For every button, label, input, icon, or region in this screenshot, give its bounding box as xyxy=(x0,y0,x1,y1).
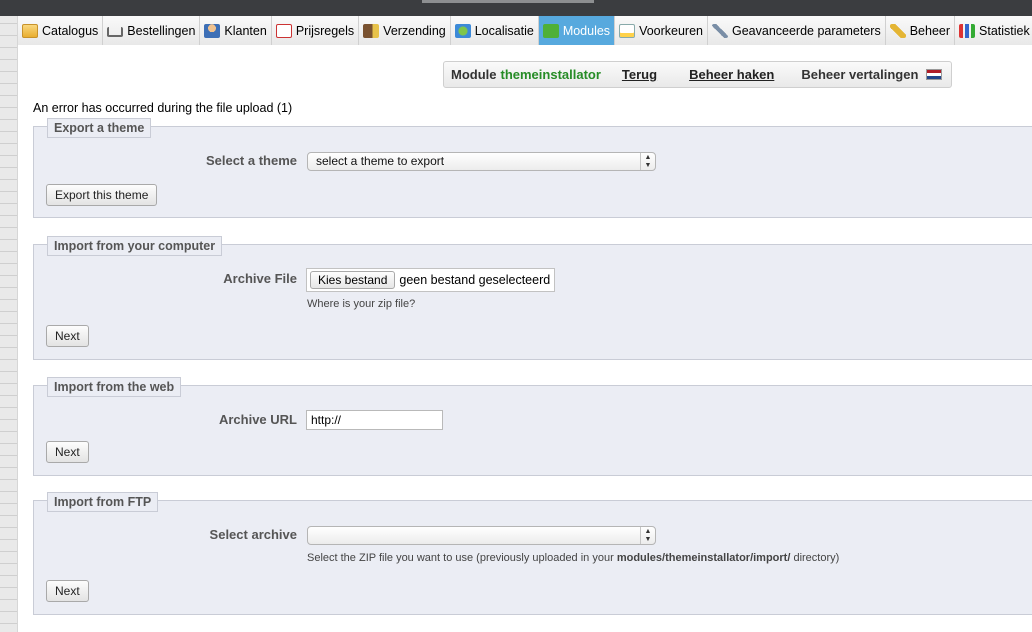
tab-klanten[interactable]: Klanten xyxy=(200,16,272,45)
select-archive-label: Select archive xyxy=(209,527,297,542)
module-name: themeinstallator xyxy=(500,67,601,82)
tab-bestellingen[interactable]: Bestellingen xyxy=(103,16,201,45)
tab-prijsregels[interactable]: Prijsregels xyxy=(271,16,360,45)
export-theme-button[interactable]: Export this theme xyxy=(46,184,158,206)
tab-label: Catalogus xyxy=(42,23,99,38)
tab-geavanceerde-parameters[interactable]: Geavanceerde parameters xyxy=(708,16,886,45)
manage-translations-label: Beheer vertalingen xyxy=(801,67,919,82)
user-icon xyxy=(204,23,221,38)
archive-url-input[interactable] xyxy=(306,410,443,430)
archive-file-input[interactable]: Kies bestand geen bestand geselecteerd xyxy=(306,268,555,292)
import-web-section: Import from the web Archive URL Next xyxy=(33,377,1032,476)
error-message: An error has occurred during the file up… xyxy=(33,101,293,115)
export-theme-section: Export a theme Select a theme select a t… xyxy=(33,118,1032,218)
next-button-ftp[interactable]: Next xyxy=(46,580,89,602)
tab-voorkeuren[interactable]: Voorkeuren xyxy=(615,16,708,45)
tab-label: Statistiek xyxy=(979,23,1030,38)
tab-label: Bestellingen xyxy=(127,23,196,38)
globe-icon xyxy=(454,23,471,38)
puzzle-icon xyxy=(542,23,559,38)
archive-url-label: Archive URL xyxy=(218,412,297,427)
ftp-archive-select[interactable]: ▲ ▼ xyxy=(307,526,656,545)
next-button-computer[interactable]: Next xyxy=(46,325,89,347)
ftp-hint-text: Select the ZIP file you want to use (pre… xyxy=(307,552,617,564)
tab-modules[interactable]: Modules xyxy=(538,16,616,45)
top-bar xyxy=(0,0,1032,16)
file-status: geen bestand geselecteerd xyxy=(399,273,551,287)
truck-icon xyxy=(363,23,380,38)
tab-label: Verzending xyxy=(383,23,446,38)
preferences-icon xyxy=(619,23,636,38)
price-tag-icon xyxy=(275,23,292,38)
section-legend: Import from FTP xyxy=(47,492,159,512)
tab-label: Klanten xyxy=(224,23,267,38)
top-search-field[interactable] xyxy=(422,0,594,3)
tab-localisatie[interactable]: Localisatie xyxy=(450,16,539,45)
tab-label: Voorkeuren xyxy=(639,23,703,38)
module-label: Module xyxy=(451,67,497,82)
ftp-hint-suffix: directory) xyxy=(790,552,840,564)
tab-label: Localisatie xyxy=(474,23,534,38)
chart-icon xyxy=(959,23,976,38)
cart-icon xyxy=(107,26,124,37)
left-background-strip xyxy=(0,0,18,632)
dutch-flag-icon[interactable] xyxy=(926,69,943,80)
choose-file-button[interactable]: Kies bestand xyxy=(310,271,396,289)
tab-label: Prijsregels xyxy=(295,23,355,38)
import-computer-section: Import from your computer Archive File K… xyxy=(33,236,1032,360)
next-button-web[interactable]: Next xyxy=(46,441,89,463)
zip-file-hint: Where is your zip file? xyxy=(307,298,416,310)
section-legend: Import from your computer xyxy=(47,236,223,256)
archive-file-label: Archive File xyxy=(223,271,297,286)
select-arrows-icon: ▲ ▼ xyxy=(640,153,655,170)
ftp-hint: Select the ZIP file you want to use (pre… xyxy=(307,552,839,564)
manage-hooks-link[interactable]: Beheer haken xyxy=(689,67,774,82)
theme-export-select[interactable]: select a theme to export ▲ ▼ xyxy=(307,152,656,171)
folder-icon xyxy=(22,23,38,38)
tab-verzending[interactable]: Verzending xyxy=(359,16,451,45)
tab-label: Geavanceerde parameters xyxy=(732,23,881,38)
section-legend: Export a theme xyxy=(47,118,152,138)
module-toolbar: Module themeinstallator Terug Beheer hak… xyxy=(443,61,952,88)
back-link[interactable]: Terug xyxy=(622,67,657,82)
tab-catalogus[interactable]: Catalogus xyxy=(18,16,104,45)
tab-beheer[interactable]: Beheer xyxy=(885,16,956,45)
select-value: select a theme to export xyxy=(316,154,445,168)
tab-label: Modules xyxy=(562,23,611,38)
ftp-hint-path: modules/themeinstallator/import/ xyxy=(616,552,791,564)
key-icon xyxy=(889,23,906,38)
select-theme-label: Select a theme xyxy=(205,153,297,168)
tab-label: Beheer xyxy=(909,23,951,38)
wrench-icon xyxy=(712,23,728,38)
section-legend: Import from the web xyxy=(47,377,182,397)
import-ftp-section: Import from FTP Select archive ▲ ▼ Select… xyxy=(33,492,1032,615)
tab-statistiek[interactable]: Statistiek xyxy=(955,16,1032,45)
select-arrows-icon: ▲ ▼ xyxy=(640,527,655,544)
main-tabs: Catalogus Bestellingen Klanten Prijsrege… xyxy=(18,16,1032,45)
